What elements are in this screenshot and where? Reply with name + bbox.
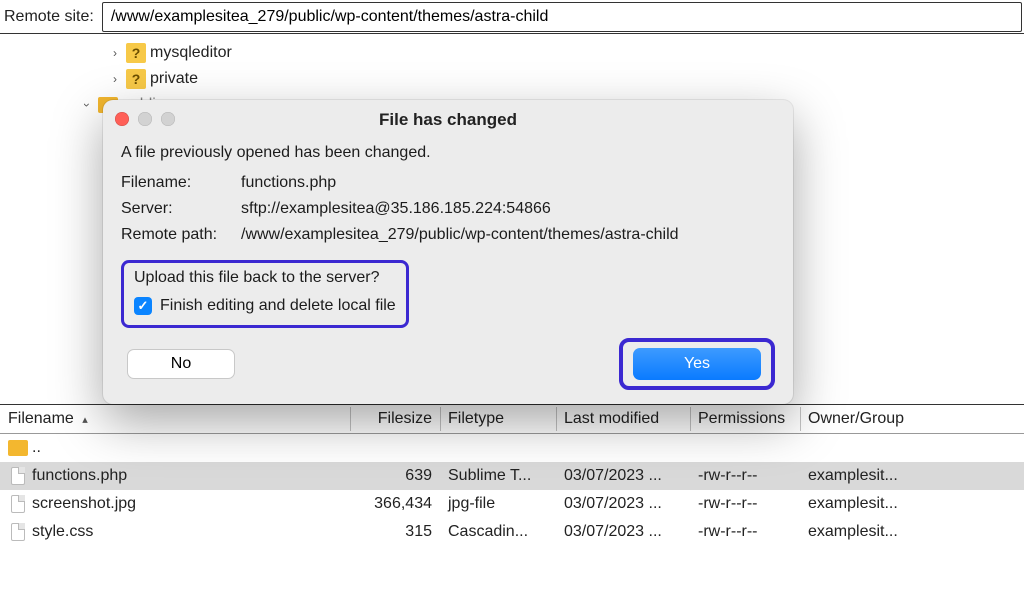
file-owner: examplesit...: [800, 523, 1024, 541]
file-list-header: Filename ▴ Filesize Filetype Last modifi…: [0, 404, 1024, 434]
file-icon: [8, 466, 28, 486]
column-filesize[interactable]: Filesize: [350, 410, 440, 428]
server-value: sftp://examplesitea@35.186.185.224:54866: [241, 200, 551, 218]
file-name: style.css: [32, 523, 93, 541]
file-owner: examplesit...: [800, 495, 1024, 513]
file-changed-dialog: File has changed A file previously opene…: [103, 100, 793, 404]
tree-item-mysqleditor[interactable]: › ? mysqleditor: [80, 40, 1024, 66]
upload-question: Upload this file back to the server?: [134, 269, 396, 287]
file-size: 315: [350, 523, 440, 541]
remote-path-value: /www/examplesitea_279/public/wp-content/…: [241, 226, 679, 244]
filename-label: Filename:: [121, 174, 241, 192]
window-controls: [115, 112, 175, 126]
file-row[interactable]: functions.php 639 Sublime T... 03/07/202…: [0, 462, 1024, 490]
finish-editing-checkbox[interactable]: ✓ Finish editing and delete local file: [134, 297, 396, 315]
column-permissions[interactable]: Permissions: [690, 410, 800, 428]
column-owner-group[interactable]: Owner/Group: [800, 410, 1024, 428]
dialog-title: File has changed: [379, 110, 517, 130]
folder-up-icon: [8, 438, 28, 458]
tree-item-label: mysqleditor: [150, 44, 232, 62]
upload-highlight: Upload this file back to the server? ✓ F…: [121, 260, 409, 328]
file-type: Sublime T...: [440, 467, 556, 485]
question-folder-icon: ?: [126, 69, 146, 89]
file-type: Cascadin...: [440, 523, 556, 541]
file-owner: examplesit...: [800, 467, 1024, 485]
file-list[interactable]: .. functions.php 639 Sublime T... 03/07/…: [0, 434, 1024, 546]
question-folder-icon: ?: [126, 43, 146, 63]
yes-highlight: Yes: [619, 338, 775, 390]
remote-site-input[interactable]: [102, 2, 1022, 32]
file-modified: 03/07/2023 ...: [556, 495, 690, 513]
zoom-icon: [161, 112, 175, 126]
tree-item-label: private: [150, 70, 198, 88]
expand-icon[interactable]: ›: [108, 72, 122, 86]
remote-path-label: Remote path:: [121, 226, 241, 244]
dialog-titlebar[interactable]: File has changed: [103, 100, 793, 140]
checkbox-checked-icon: ✓: [134, 297, 152, 315]
column-filetype[interactable]: Filetype: [440, 410, 556, 428]
checkbox-label: Finish editing and delete local file: [160, 297, 396, 315]
close-icon[interactable]: [115, 112, 129, 126]
file-modified: 03/07/2023 ...: [556, 523, 690, 541]
file-size: 639: [350, 467, 440, 485]
expand-icon[interactable]: ›: [108, 46, 122, 60]
file-row[interactable]: screenshot.jpg 366,434 jpg-file 03/07/20…: [0, 490, 1024, 518]
sort-asc-icon: ▴: [82, 413, 88, 426]
file-perm: -rw-r--r--: [690, 523, 800, 541]
parent-dir-row[interactable]: ..: [0, 434, 1024, 462]
remote-site-bar: Remote site:: [0, 0, 1024, 34]
file-name: functions.php: [32, 467, 127, 485]
file-row[interactable]: style.css 315 Cascadin... 03/07/2023 ...…: [0, 518, 1024, 546]
parent-dir-label: ..: [32, 439, 41, 457]
remote-site-label: Remote site:: [0, 8, 100, 26]
dialog-message: A file previously opened has been change…: [121, 144, 775, 162]
collapse-icon[interactable]: ›: [80, 98, 94, 112]
file-perm: -rw-r--r--: [690, 467, 800, 485]
column-filename[interactable]: Filename ▴: [0, 410, 350, 428]
file-size: 366,434: [350, 495, 440, 513]
file-name: screenshot.jpg: [32, 495, 136, 513]
yes-button[interactable]: Yes: [633, 348, 761, 380]
file-icon: [8, 494, 28, 514]
no-button[interactable]: No: [127, 349, 235, 379]
minimize-icon: [138, 112, 152, 126]
file-perm: -rw-r--r--: [690, 495, 800, 513]
file-type: jpg-file: [440, 495, 556, 513]
column-last-modified[interactable]: Last modified: [556, 410, 690, 428]
server-label: Server:: [121, 200, 241, 218]
file-modified: 03/07/2023 ...: [556, 467, 690, 485]
filename-value: functions.php: [241, 174, 336, 192]
tree-item-private[interactable]: › ? private: [80, 66, 1024, 92]
column-filename-label: Filename: [8, 410, 74, 427]
file-icon: [8, 522, 28, 542]
